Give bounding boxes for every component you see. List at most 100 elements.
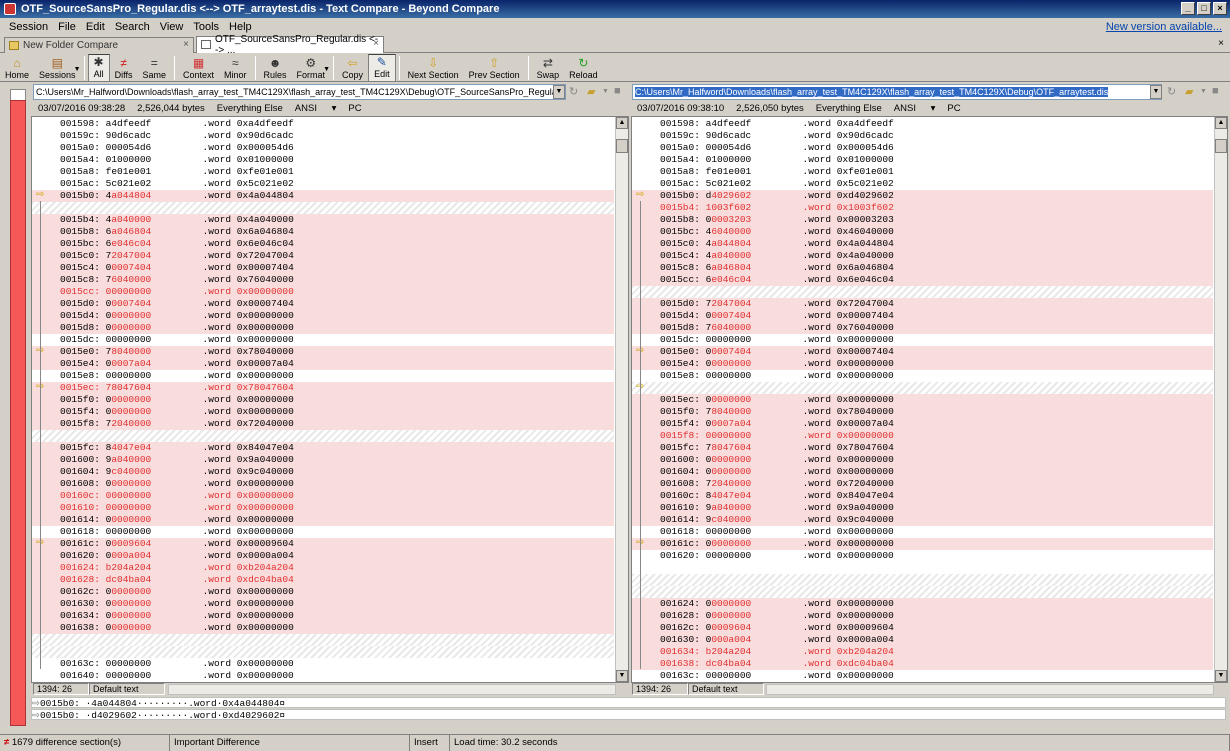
menu-session[interactable]: Session [4, 21, 53, 33]
vertical-scrollbar[interactable] [1214, 117, 1227, 682]
line-instruction: .word 0x00000000 [802, 670, 894, 681]
copy-button[interactable]: ⇦ Copy [337, 54, 368, 82]
tabs-close-icon[interactable]: × [1218, 38, 1224, 49]
line-value: dc04ba04 [705, 658, 752, 669]
scroll-thumb[interactable] [1215, 139, 1227, 153]
line-value: 0000a004 [705, 634, 752, 645]
home-button[interactable]: ⌂ Home [0, 54, 34, 82]
reload-button[interactable]: ↻ Reload [564, 54, 603, 82]
left-refresh-icon[interactable]: ↻ [569, 85, 578, 98]
menu-help[interactable]: Help [224, 21, 257, 33]
minor-button[interactable]: ≈ Minor [219, 54, 252, 82]
left-encoding[interactable]: ANSI ▾ [295, 103, 337, 114]
tab-folder-compare[interactable]: New Folder Compare × [4, 37, 194, 53]
right-format[interactable]: Default text [688, 683, 764, 695]
right-browse-folder-icon[interactable]: ▰ [1185, 85, 1193, 98]
toolbar-label: Next Section [407, 70, 459, 80]
diff-line: 0015b4: 4a040000 .word 0x4a040000 [32, 214, 614, 226]
line-address: 001614: [60, 514, 100, 525]
line-value: 00000000 [105, 586, 152, 597]
right-path-input[interactable]: C:\Users\Mr_Halfword\Downloads\flash_arr… [632, 84, 1162, 100]
right-path-dropdown[interactable]: ▼ [1150, 85, 1162, 99]
rules-button[interactable]: ☻ Rules [259, 54, 292, 82]
menu-tools[interactable]: Tools [188, 21, 224, 33]
new-version-link[interactable]: New version available... [1106, 21, 1222, 33]
right-path-row: C:\Users\Mr_Halfword\Downloads\flash_arr… [631, 84, 1230, 100]
right-filter[interactable]: Everything Else [816, 103, 882, 114]
left-line-ending[interactable]: PC [348, 103, 361, 114]
left-format[interactable]: Default text [89, 683, 165, 695]
line-value: 72047004 [105, 250, 152, 261]
right-line-ending[interactable]: PC [947, 103, 960, 114]
line-instruction: .word 0x00000000 [202, 406, 294, 417]
menu-edit[interactable]: Edit [81, 21, 110, 33]
right-horizontal-scrollbar[interactable] [766, 684, 1214, 695]
left-filter[interactable]: Everything Else [217, 103, 283, 114]
difference-overview-bar[interactable] [10, 100, 26, 726]
dropdown-icon[interactable]: ▼ [323, 66, 330, 73]
scroll-up-button[interactable]: ▲ [616, 117, 628, 129]
vertical-scrollbar[interactable] [615, 117, 628, 682]
right-save-icon[interactable]: ■ [1212, 85, 1219, 97]
swap-button[interactable]: ⇄ Swap [532, 54, 565, 82]
alignment-padding [632, 286, 1213, 298]
scroll-down-button[interactable]: ▼ [1215, 670, 1227, 682]
line-address: 001598: [60, 118, 100, 129]
right-encoding[interactable]: ANSI ▾ [894, 103, 936, 114]
left-save-icon[interactable]: ■ [614, 85, 621, 97]
line-address: 0015f8: [660, 430, 700, 441]
left-text-pane[interactable]: 001598: a4dfeedf .word 0xa4dfeedf 00159c:… [31, 116, 629, 683]
minimize-button[interactable]: _ [1181, 2, 1195, 15]
line-value: 9c040000 [705, 514, 752, 525]
menu-file[interactable]: File [53, 21, 81, 33]
line-instruction: .word 0x78040000 [202, 346, 294, 357]
scroll-down-button[interactable]: ▼ [616, 670, 628, 682]
scroll-up-button[interactable]: ▲ [1215, 117, 1227, 129]
all-button[interactable]: ✱ All [87, 54, 110, 82]
next-section-button[interactable]: ⇩ Next Section [403, 54, 464, 82]
line-value: 9c040000 [105, 466, 152, 477]
right-text-pane[interactable]: 001598: a4dfeedf .word 0xa4dfeedf 00159c:… [631, 116, 1228, 683]
menu-view[interactable]: View [155, 21, 189, 33]
line-value: d4029602 [705, 190, 752, 201]
edit-button[interactable]: ✎ Edit [368, 54, 396, 82]
toolbar-label: Format [296, 70, 326, 80]
toolbar-label: Prev Section [468, 70, 520, 80]
same-button[interactable]: = Same [137, 54, 171, 82]
line-instruction: .word 0x00000000 [202, 526, 294, 537]
sessions-button[interactable]: ▤ Sessions ▼ [34, 54, 81, 82]
line-value: 00009604 [105, 538, 152, 549]
line-instruction: .word 0x00000000 [802, 598, 894, 609]
format-button[interactable]: ⚙ Format ▼ [292, 54, 331, 82]
diffs-button[interactable]: ≠ Diffs [110, 54, 138, 82]
close-button[interactable]: × [1213, 2, 1227, 15]
menu-search[interactable]: Search [110, 21, 155, 33]
tab-text-compare[interactable]: OTF_SourceSansPro_Regular.dis <--> ... × [196, 34, 384, 56]
context-button[interactable]: ▦ Context [178, 54, 219, 82]
right-refresh-icon[interactable]: ↻ [1167, 85, 1176, 98]
left-horizontal-scrollbar[interactable] [168, 684, 616, 695]
line-value: 00000000 [105, 610, 152, 621]
maximize-button[interactable]: □ [1197, 2, 1211, 15]
dropdown-icon[interactable]: ▼ [74, 66, 81, 73]
line-instruction: .word 0x00000000 [202, 502, 294, 513]
tab-close-icon[interactable]: × [373, 38, 379, 49]
line-address: 001618: [60, 526, 100, 537]
line-address: 0015b0: [60, 190, 100, 201]
prev-section-button[interactable]: ⇧ Prev Section [464, 54, 525, 82]
left-browse-folder-icon[interactable]: ▰ [587, 85, 595, 98]
diff-line: 0015f0: 00000000 .word 0x00000000 [32, 394, 614, 406]
toolbar-label: Reload [569, 70, 598, 80]
left-path-input[interactable]: C:\Users\Mr_Halfword\Downloads\flash_arr… [33, 84, 566, 100]
line-address: 0015fc: [660, 442, 700, 453]
line-instruction: .word 0x4a044804 [202, 190, 294, 201]
left-browse-dropdown-icon[interactable]: ▼ [602, 88, 609, 95]
line-value: 78040000 [105, 346, 152, 357]
tab-close-icon[interactable]: × [183, 39, 189, 50]
title-bar: OTF_SourceSansPro_Regular.dis <--> OTF_a… [0, 0, 1230, 18]
left-path-dropdown[interactable]: ▼ [553, 85, 565, 99]
right-browse-dropdown-icon[interactable]: ▼ [1200, 88, 1207, 95]
scroll-thumb[interactable] [616, 139, 628, 153]
left-status: 1394: 26 Default text [33, 683, 165, 695]
line-address: 0015bc: [60, 238, 100, 249]
